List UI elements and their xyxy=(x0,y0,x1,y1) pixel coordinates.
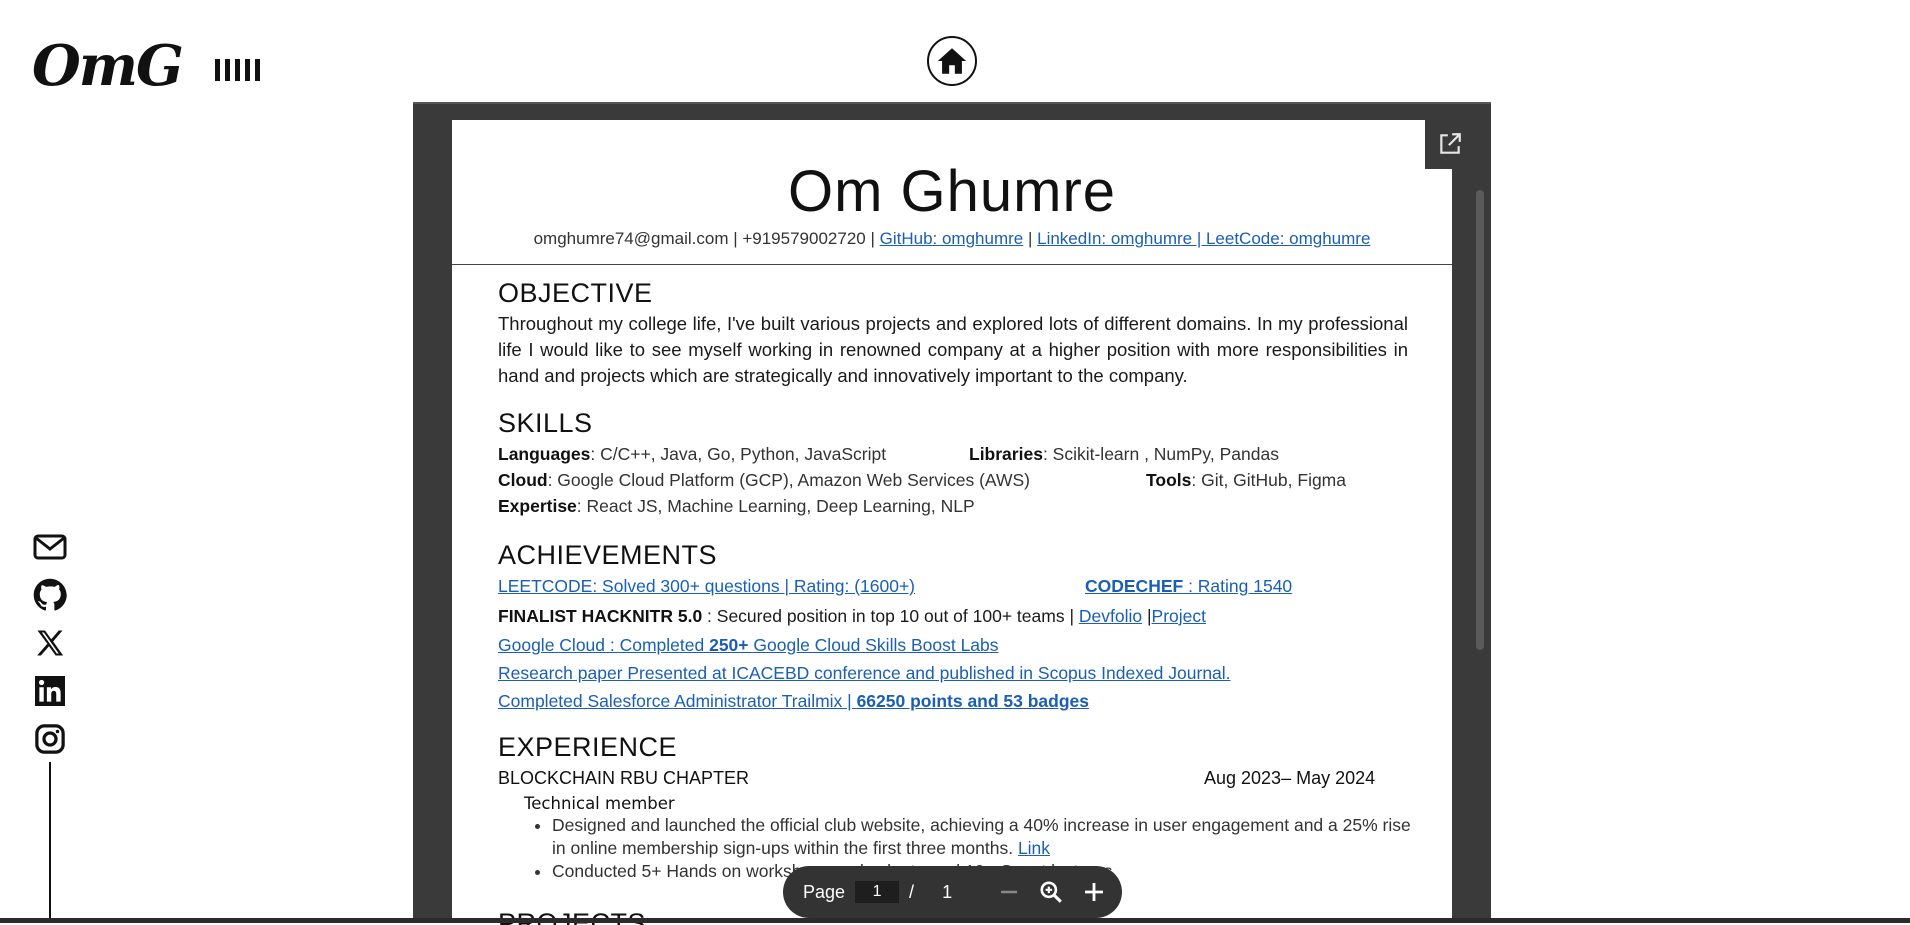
objective-section: OBJECTIVE Throughout my college life, I'… xyxy=(498,278,1408,389)
gcloud-achievement: Google Cloud : Completed 250+ Google Clo… xyxy=(498,635,999,656)
leetcode-link[interactable]: LEETCODE: Solved 300+ questions | Rating… xyxy=(498,576,915,596)
research-link[interactable]: Research paper Presented at ICACEBD conf… xyxy=(498,663,1231,683)
linkedin-icon[interactable] xyxy=(32,674,68,708)
plus-icon xyxy=(1085,883,1104,901)
hacknitr-achievement: FINALIST HACKNITR 5.0 : Secured position… xyxy=(498,606,1206,626)
research-achievement: Research paper Presented at ICACEBD conf… xyxy=(498,663,1231,684)
experience-dates: Aug 2023– May 2024 xyxy=(1204,768,1376,788)
list-item: Designed and launched the official club … xyxy=(552,814,1412,860)
resume-page: Om Ghumre omghumre74@gmail.com | +919579… xyxy=(452,120,1452,925)
pdf-toolbar: Page / 1 xyxy=(783,866,1122,918)
x-icon[interactable] xyxy=(32,626,68,660)
website-link[interactable]: Link xyxy=(1018,838,1050,858)
github-link[interactable]: GitHub: omghumre xyxy=(880,229,1024,248)
page-number-input[interactable] xyxy=(855,881,900,903)
bars-icon[interactable] xyxy=(215,59,260,81)
skills-cloud: Cloud: Google Cloud Platform (GCP), Amaz… xyxy=(498,470,1030,490)
social-links xyxy=(32,530,68,756)
page-label: Page xyxy=(803,881,846,902)
total-pages: 1 xyxy=(942,881,953,902)
zoom-icon xyxy=(1040,881,1062,903)
zoom-out-button[interactable] xyxy=(998,876,1020,908)
bottom-bar xyxy=(0,918,1910,923)
social-divider-line xyxy=(49,762,51,923)
minus-icon xyxy=(1001,890,1018,894)
skills-languages: Languages: C/C++, Java, Go, Python, Java… xyxy=(498,444,887,464)
devfolio-link[interactable]: Devfolio xyxy=(1079,606,1142,626)
pdf-viewer[interactable]: Om Ghumre omghumre74@gmail.com | +919579… xyxy=(413,102,1491,925)
salesforce-achievement: Completed Salesforce Administrator Trail… xyxy=(498,691,1089,712)
skills-title: SKILLS xyxy=(498,408,593,438)
zoom-button[interactable] xyxy=(1038,876,1064,908)
achievements-section: ACHIEVEMENTS xyxy=(498,540,1408,571)
open-in-new-button[interactable] xyxy=(1425,119,1475,169)
skills-libraries: Libraries: Scikit-learn , NumPy, Pandas xyxy=(969,444,1279,464)
objective-title: OBJECTIVE xyxy=(498,278,653,308)
instagram-icon[interactable] xyxy=(32,722,68,756)
contact-line: omghumre74@gmail.com | +919579002720 | G… xyxy=(452,229,1452,249)
skills-section: SKILLS xyxy=(498,408,1408,439)
objective-text: Throughout my college life, I've built v… xyxy=(498,313,1408,386)
salesforce-link[interactable]: Completed Salesforce Administrator Trail… xyxy=(498,691,1089,711)
skills-tools: Tools: Git, GitHub, Figma xyxy=(1146,470,1346,490)
experience-role: Technical member xyxy=(524,794,675,813)
page-separator: / xyxy=(909,881,915,902)
project-link[interactable]: Project xyxy=(1152,606,1206,626)
linkedin-leetcode-link[interactable]: LinkedIn: omghumre | LeetCode: omghumre xyxy=(1037,229,1370,248)
skills-expertise: Expertise: React JS, Machine Learning, D… xyxy=(498,496,975,516)
experience-title: EXPERIENCE xyxy=(498,732,678,762)
codechef-link[interactable]: CODECHEF : Rating 1540 xyxy=(1085,576,1292,596)
contact-separator: | xyxy=(1027,229,1033,248)
resume-name: Om Ghumre xyxy=(787,159,1117,224)
home-icon xyxy=(937,48,967,74)
mail-icon[interactable] xyxy=(32,530,68,564)
header-divider xyxy=(452,264,1452,265)
experience-section: EXPERIENCE xyxy=(498,732,1408,763)
zoom-in-button[interactable] xyxy=(1082,876,1106,908)
viewer-scrollbar[interactable] xyxy=(1476,190,1484,650)
gcloud-link[interactable]: Google Cloud : Completed 250+ Google Clo… xyxy=(498,635,999,655)
codechef-achievement: CODECHEF : Rating 1540 xyxy=(1085,576,1292,597)
leetcode-achievement: LEETCODE: Solved 300+ questions | Rating… xyxy=(498,576,915,597)
email-phone: omghumre74@gmail.com | +919579002720 | xyxy=(533,229,875,248)
experience-org: BLOCKCHAIN RBU CHAPTER xyxy=(498,768,750,788)
site-logo[interactable]: OmG xyxy=(32,38,184,94)
achievements-title: ACHIEVEMENTS xyxy=(498,540,718,570)
github-icon[interactable] xyxy=(32,578,68,612)
home-button[interactable] xyxy=(927,36,977,86)
open-in-new-icon xyxy=(1440,133,1461,154)
